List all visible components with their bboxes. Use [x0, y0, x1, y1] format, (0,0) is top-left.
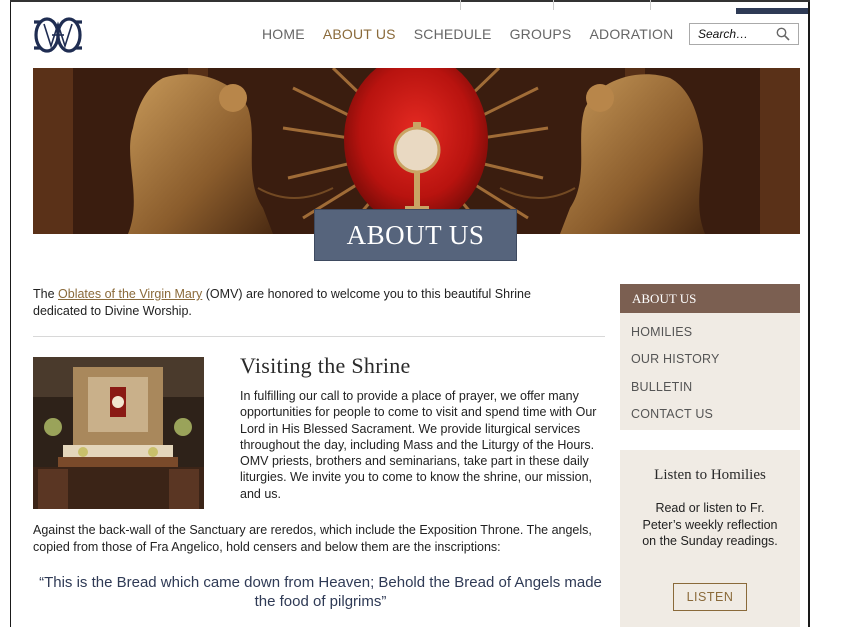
visiting-body: In fulfilling our call to provide a plac… — [240, 389, 597, 501]
top-divider — [650, 0, 651, 10]
sidebar-menu: HOMILIES OUR HISTORY BULLETIN CONTACT US — [620, 313, 800, 430]
nav-adoration[interactable]: ADORATION — [589, 26, 673, 42]
omv-logo[interactable] — [30, 14, 86, 56]
search-icon[interactable] — [776, 27, 790, 41]
intro-text: The Oblates of the Virgin Mary (OMV) are… — [33, 286, 573, 320]
top-border — [10, 0, 810, 2]
sidebar-heading: ABOUT US — [620, 284, 800, 313]
page-title: ABOUT US — [314, 209, 517, 261]
listen-text: Read or listen to Fr. Peter’s weekly ref… — [642, 501, 778, 548]
intro-prefix: The — [33, 287, 59, 301]
visiting-title: Visiting the Shrine — [240, 353, 411, 378]
nav-home[interactable]: HOME — [262, 26, 305, 42]
sidebar-item-homilies[interactable]: HOMILIES — [620, 319, 800, 346]
nav-schedule[interactable]: SCHEDULE — [414, 26, 492, 42]
top-divider — [553, 0, 554, 10]
omv-link[interactable]: Oblates of the Virgin Mary — [58, 287, 202, 301]
listen-button[interactable]: LISTEN — [673, 583, 747, 611]
top-tab — [736, 8, 808, 14]
nav-about-us[interactable]: ABOUT US — [323, 26, 396, 42]
sidebar-item-bulletin[interactable]: BULLETIN — [620, 374, 800, 401]
sidebar-item-our-history[interactable]: OUR HISTORY — [620, 346, 800, 373]
inscription-quote: “This is the Bread which came down from … — [39, 574, 602, 610]
sidebar-item-contact-us[interactable]: CONTACT US — [620, 401, 800, 428]
top-divider — [460, 0, 461, 10]
sanctuary-text: Against the back-wall of the Sanctuary a… — [33, 523, 592, 554]
divider — [33, 336, 605, 337]
listen-title: Listen to Homilies — [654, 467, 766, 483]
listen-panel: Listen to Homilies Read or listen to Fr.… — [620, 450, 800, 627]
sanctuary-photo — [33, 357, 204, 509]
main-nav: HOME ABOUT US SCHEDULE GROUPS ADORATION — [262, 26, 691, 42]
nav-groups[interactable]: GROUPS — [510, 26, 572, 42]
search-input[interactable] — [696, 26, 780, 42]
search-box[interactable] — [689, 23, 799, 45]
